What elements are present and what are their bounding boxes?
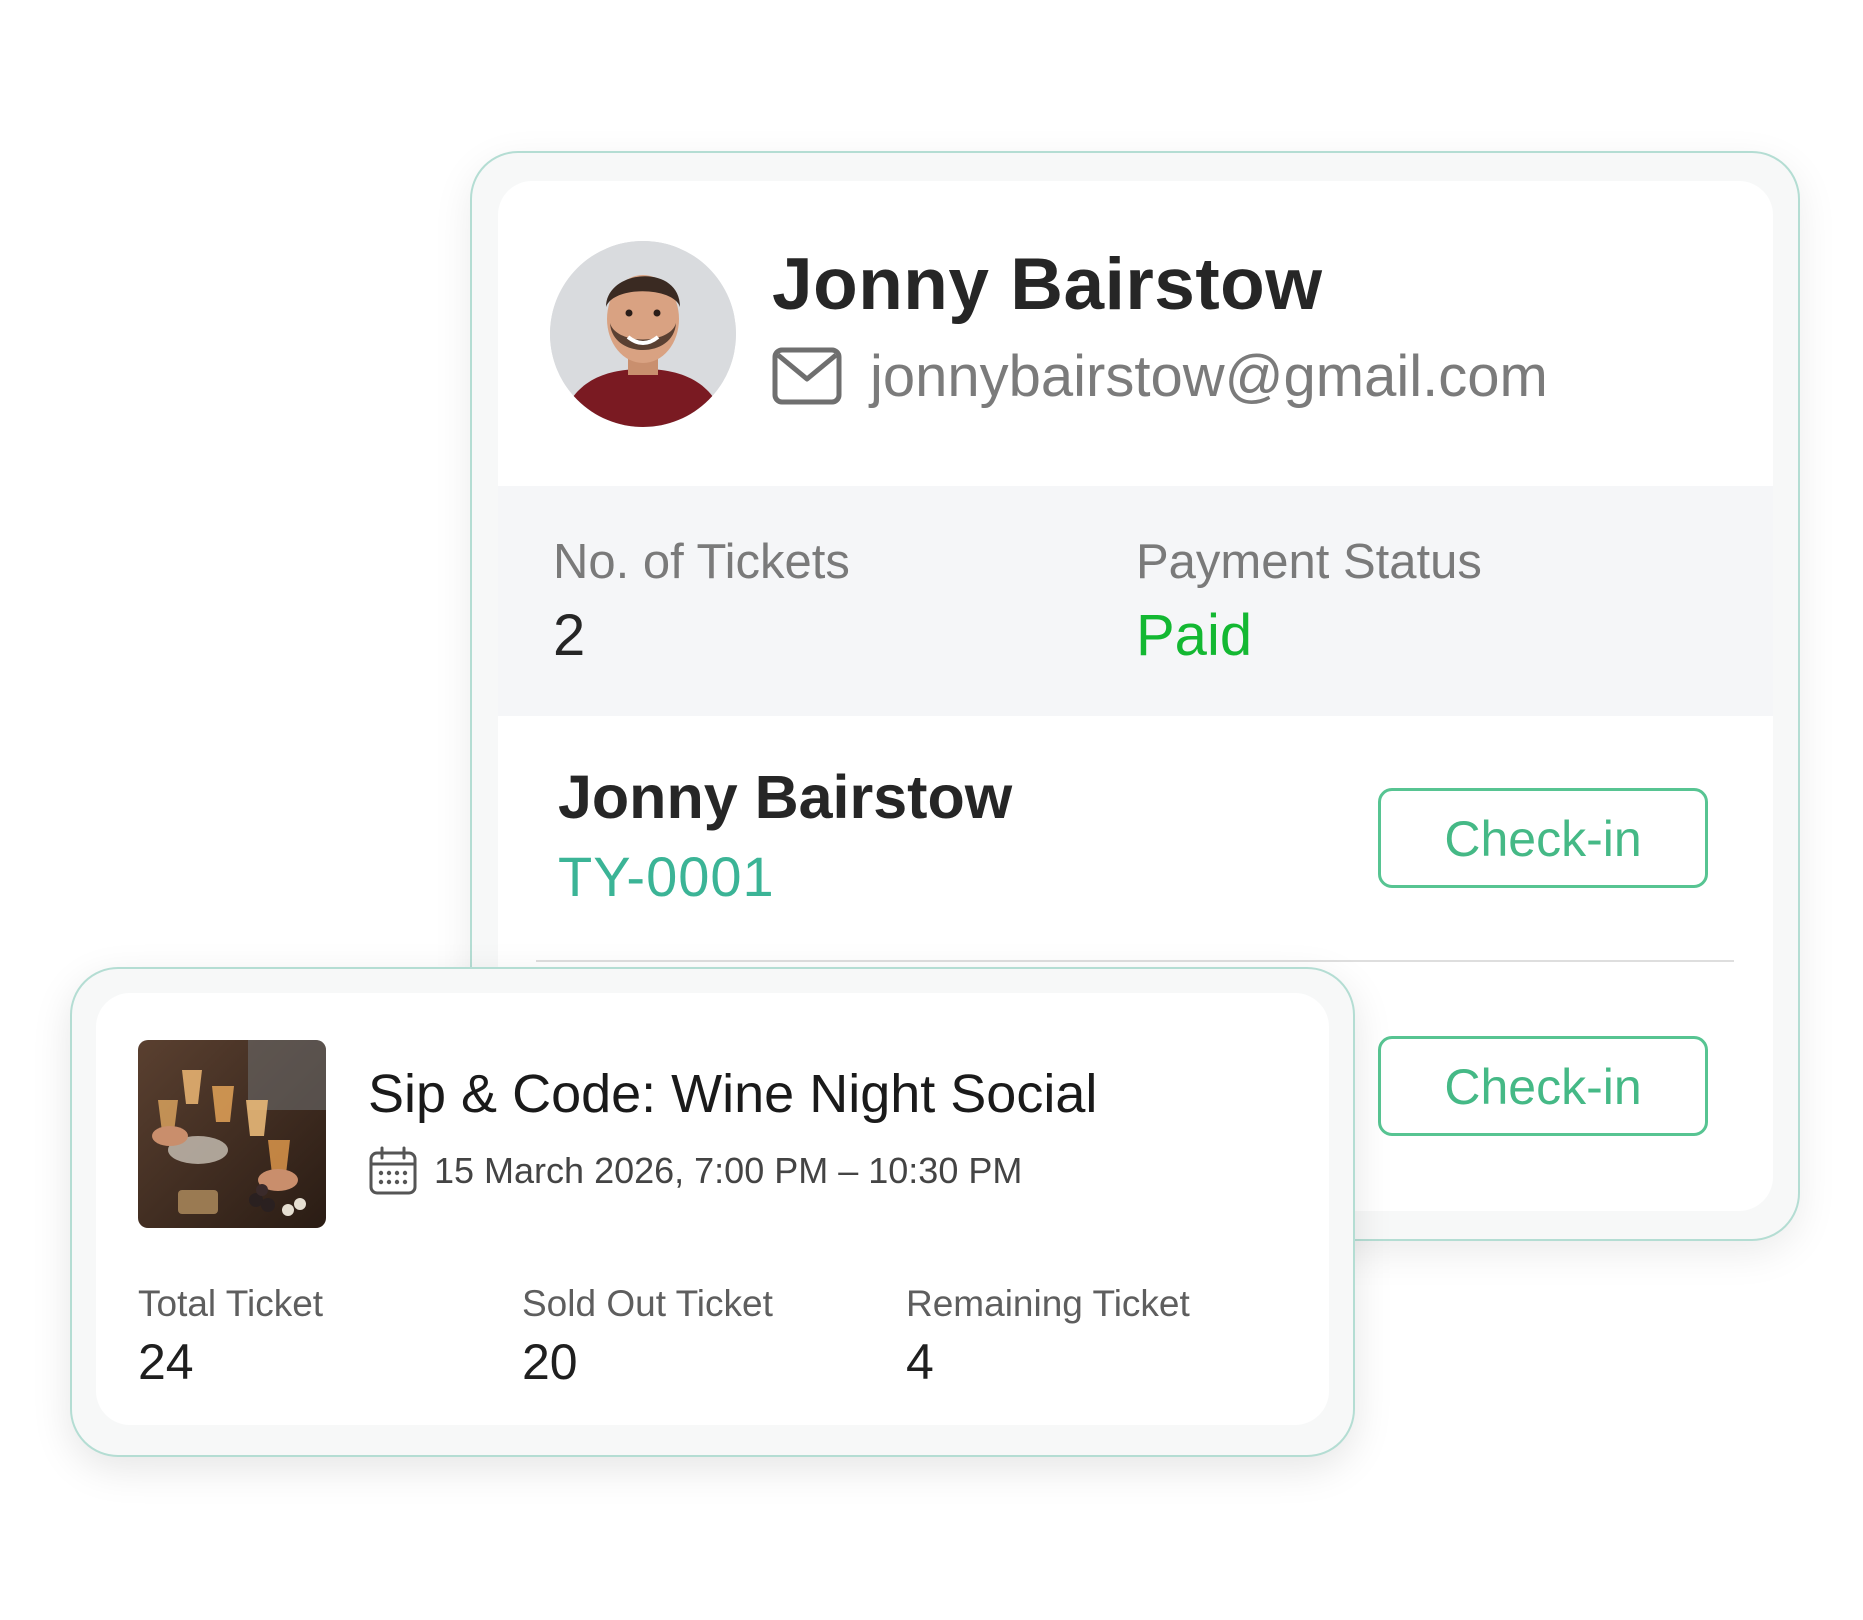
payment-status-value: Paid [1136,603,1253,668]
event-title: Sip & Code: Wine Night Social [368,1064,1098,1124]
total-ticket-value: 24 [138,1334,194,1390]
check-in-button[interactable]: Check-in [1378,788,1708,888]
attendee-profile: Jonny Bairstow jonnybairstow@gmail.com [498,181,1773,486]
ticket-holder-name: Jonny Bairstow [558,763,1013,831]
remaining-ticket-value: 4 [906,1334,934,1390]
ticket-summary: No. of Tickets 2 Payment Status Paid [498,486,1773,716]
event-card: Sip & Code: Wine Night Social 15 March 2… [96,993,1329,1425]
attendee-name: Jonny Bairstow [772,244,1323,325]
event-date: 15 March 2026, 7:00 PM – 10:30 PM [434,1150,1023,1191]
attendee-email: jonnybairstow@gmail.com [870,344,1548,409]
mail-icon [772,347,842,405]
event-image [138,1040,326,1228]
sold-out-ticket-label: Sold Out Ticket [522,1283,773,1324]
calendar-icon [368,1146,418,1196]
payment-status-label: Payment Status [1136,535,1482,589]
tickets-count-value: 2 [553,603,586,668]
tickets-count-label: No. of Tickets [553,535,850,589]
sold-out-ticket-value: 20 [522,1334,578,1390]
ticket-code: TY-0001 [558,845,775,908]
check-in-button[interactable]: Check-in [1378,1036,1708,1136]
remaining-ticket-label: Remaining Ticket [906,1283,1190,1324]
total-ticket-label: Total Ticket [138,1283,324,1324]
avatar [550,241,736,427]
